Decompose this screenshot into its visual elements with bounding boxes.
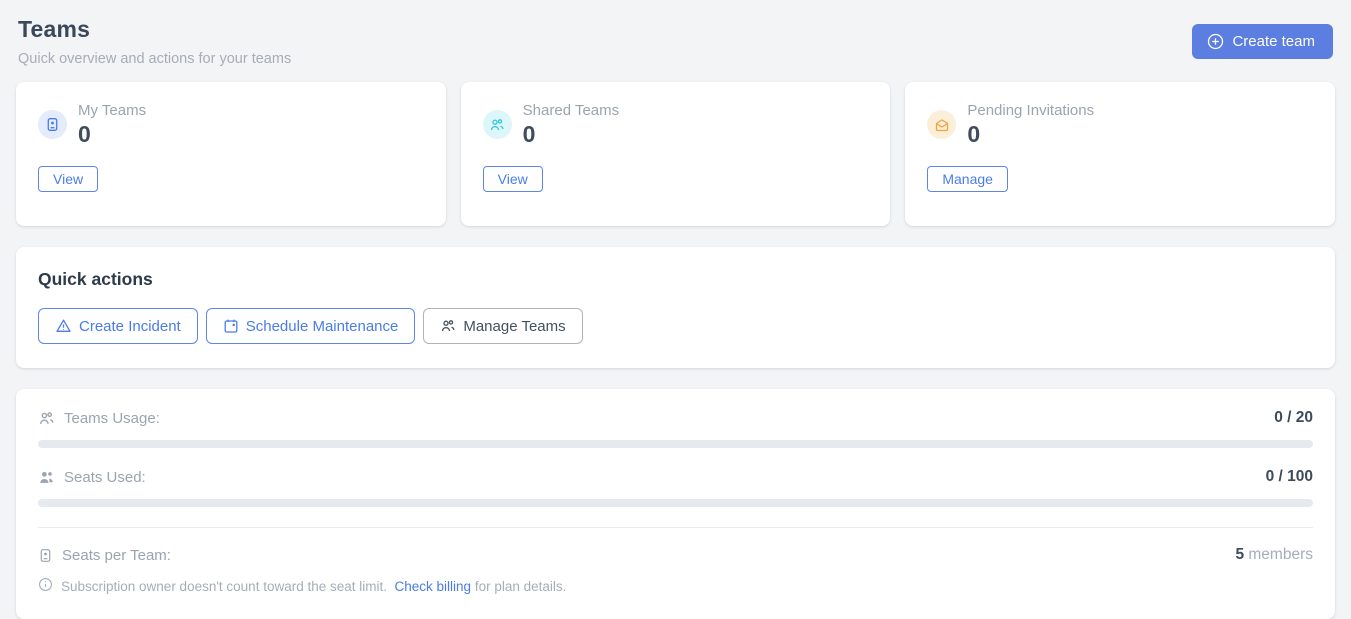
- schedule-maintenance-button[interactable]: Schedule Maintenance: [206, 308, 416, 344]
- stat-card-pending-invitations: Pending Invitations 0 Manage: [905, 82, 1335, 226]
- create-team-button[interactable]: Create team: [1192, 24, 1333, 59]
- usage-panel: Teams Usage: 0 / 20 Seats Used: 0 / 100: [16, 389, 1335, 619]
- info-icon: [38, 577, 53, 595]
- stat-value: 0: [967, 122, 1094, 147]
- stat-label: Pending Invitations: [967, 102, 1094, 119]
- stat-label: My Teams: [78, 102, 146, 119]
- users-icon: [440, 318, 456, 334]
- mail-open-icon: [927, 110, 956, 139]
- badge-icon: [38, 110, 67, 139]
- plus-circle-icon: [1207, 33, 1224, 50]
- quick-actions-panel: Quick actions Create Incident: [16, 247, 1335, 368]
- note-text-before: Subscription owner doesn't count toward …: [61, 579, 395, 594]
- view-shared-teams-button[interactable]: View: [483, 166, 543, 192]
- stat-top: My Teams 0: [38, 102, 424, 147]
- create-team-label: Create team: [1232, 33, 1315, 50]
- teams-usage-label-wrap: Teams Usage:: [38, 410, 160, 427]
- page-header: Teams Quick overview and actions for you…: [16, 14, 1335, 67]
- note-text-after: for plan details.: [471, 579, 566, 594]
- seats-used-label-wrap: Seats Used:: [38, 469, 146, 486]
- users-filled-icon: [38, 469, 55, 486]
- seats-used-label: Seats Used:: [64, 469, 146, 486]
- teams-page: Teams Quick overview and actions for you…: [0, 0, 1351, 619]
- users-icon: [483, 110, 512, 139]
- quick-actions-buttons: Create Incident Schedule Maintenance: [38, 308, 1313, 344]
- stats-row: My Teams 0 View Shared Teams: [16, 82, 1335, 226]
- seat-limit-note: Subscription owner doesn't count toward …: [38, 577, 1313, 595]
- teams-usage-value: 0 / 20: [1274, 409, 1313, 427]
- stat-card-my-teams: My Teams 0 View: [16, 82, 446, 226]
- seats-per-team-value: 5 members: [1235, 546, 1313, 564]
- manage-teams-button[interactable]: Manage Teams: [423, 308, 582, 344]
- create-incident-label: Create Incident: [79, 318, 181, 335]
- manage-invitations-button[interactable]: Manage: [927, 166, 1008, 192]
- teams-usage-progressbar: [38, 440, 1313, 448]
- teams-usage-label: Teams Usage:: [64, 410, 160, 427]
- create-incident-button[interactable]: Create Incident: [38, 308, 198, 344]
- stat-texts: My Teams 0: [78, 102, 146, 147]
- calendar-icon: [223, 318, 239, 334]
- users-outline-icon: [38, 410, 55, 427]
- stat-label: Shared Teams: [523, 102, 619, 119]
- seats-used-value: 0 / 100: [1266, 468, 1313, 486]
- seats-per-team-label: Seats per Team:: [62, 547, 171, 564]
- stat-value: 0: [78, 122, 146, 147]
- badge-icon: [38, 548, 53, 563]
- note-text: Subscription owner doesn't count toward …: [61, 579, 566, 594]
- page-subtitle: Quick overview and actions for your team…: [18, 51, 291, 67]
- warning-icon: [55, 318, 72, 334]
- manage-teams-label: Manage Teams: [463, 318, 565, 335]
- teams-usage-row: Teams Usage: 0 / 20: [38, 409, 1313, 427]
- seats-used-progressbar: [38, 499, 1313, 507]
- stat-texts: Shared Teams 0: [523, 102, 619, 147]
- seats-per-team-suffix: members: [1244, 546, 1313, 563]
- quick-actions-title: Quick actions: [38, 269, 1313, 290]
- usage-divider: [38, 527, 1313, 528]
- check-billing-link[interactable]: Check billing: [395, 579, 472, 594]
- header-text: Teams Quick overview and actions for you…: [18, 16, 291, 67]
- seats-used-row: Seats Used: 0 / 100: [38, 468, 1313, 486]
- page-title: Teams: [18, 16, 291, 43]
- stat-card-shared-teams: Shared Teams 0 View: [461, 82, 891, 226]
- seats-per-team-row: Seats per Team: 5 members: [38, 546, 1313, 564]
- stat-value: 0: [523, 122, 619, 147]
- seats-per-team-number: 5: [1235, 546, 1244, 563]
- stat-top: Shared Teams 0: [483, 102, 869, 147]
- schedule-maintenance-label: Schedule Maintenance: [246, 318, 399, 335]
- seats-per-team-label-wrap: Seats per Team:: [38, 547, 171, 564]
- view-my-teams-button[interactable]: View: [38, 166, 98, 192]
- stat-texts: Pending Invitations 0: [967, 102, 1094, 147]
- stat-top: Pending Invitations 0: [927, 102, 1313, 147]
